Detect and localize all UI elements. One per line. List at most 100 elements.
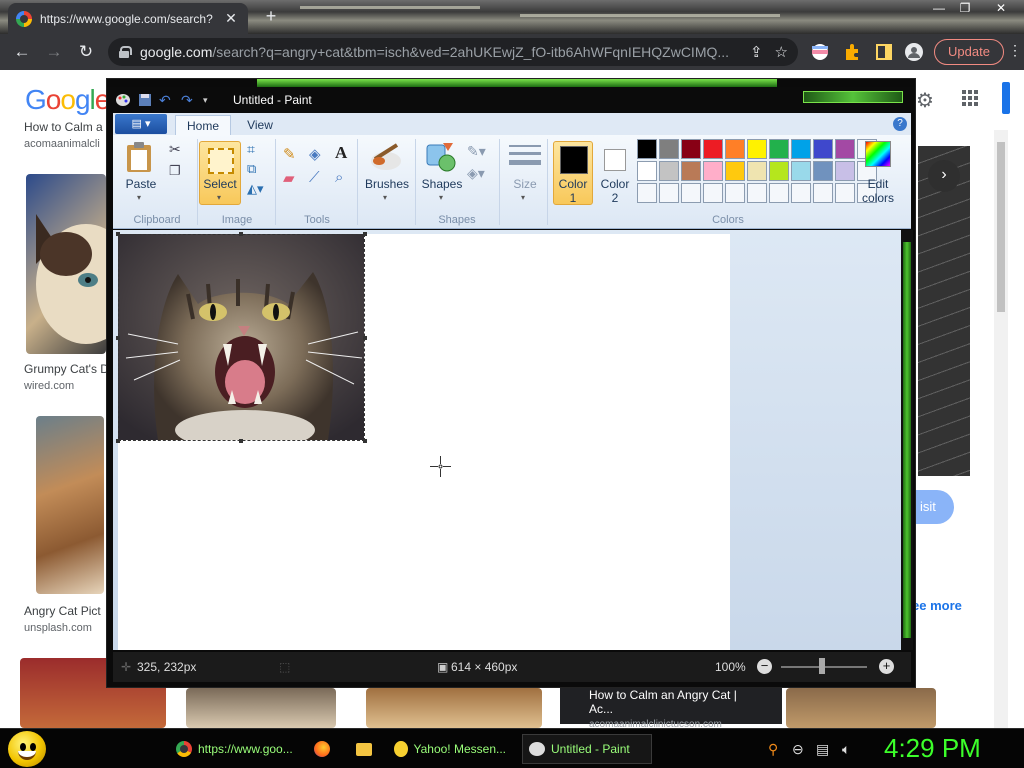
back-button[interactable]: ← (11, 42, 33, 62)
image-caption[interactable]: How to Calm an Angry Cat | Ac... acomaan… (560, 684, 782, 728)
page-vertical-scrollbar[interactable] (994, 130, 1008, 728)
select-dropdown-icon[interactable]: ▾ (217, 193, 221, 202)
palette-swatch[interactable] (791, 139, 811, 159)
brushes-icon[interactable] (369, 139, 403, 173)
palette-swatch[interactable] (835, 183, 855, 203)
share-icon[interactable]: ⇪ (750, 43, 763, 61)
close-window-button[interactable]: ✕ (990, 1, 1012, 17)
avatar-icon[interactable] (905, 43, 923, 61)
network-tray-icon[interactable]: ▤ (816, 741, 829, 758)
crop-icon[interactable]: ⌗ (247, 141, 267, 161)
palette-swatch[interactable] (835, 139, 855, 159)
palette-swatch[interactable] (725, 139, 745, 159)
resize-icon[interactable]: ⧉ (247, 161, 267, 181)
selection-handle[interactable] (363, 336, 367, 340)
tab-close-icon[interactable]: ✕ (222, 10, 240, 27)
preview-panel-image[interactable] (918, 146, 970, 476)
extensions-puzzle-icon[interactable] (843, 43, 861, 61)
selection-rectangle[interactable] (118, 234, 365, 441)
color2-label[interactable]: Color 2 (595, 177, 635, 205)
taskbar-clock[interactable]: 4:29 PM (884, 733, 981, 764)
selection-handle[interactable] (116, 439, 120, 443)
palette-swatch[interactable] (637, 183, 657, 203)
google-logo[interactable]: Google (25, 84, 110, 116)
palette-swatch[interactable] (813, 183, 833, 203)
palette-swatch[interactable] (703, 183, 723, 203)
paint-window-controls[interactable] (803, 91, 903, 103)
color-picker-icon[interactable]: ⟋ (309, 169, 329, 189)
result-thumbnail-angry-cat[interactable] (36, 416, 104, 594)
result-title[interactable]: How to Calm a (24, 120, 103, 134)
palette-swatch[interactable] (769, 161, 789, 181)
color1-label[interactable]: Color 1 (553, 177, 593, 205)
taskbar-item-yahoo-messenger[interactable]: Yahoo! Messen... (388, 734, 512, 764)
eraser-icon[interactable]: ▰ (283, 169, 303, 189)
paste-dropdown-icon[interactable]: ▾ (137, 193, 141, 202)
size-icon[interactable] (509, 143, 541, 171)
palette-swatch[interactable] (791, 183, 811, 203)
search-tray-icon[interactable]: ⚲ (768, 741, 778, 758)
profile-extension-icon[interactable] (811, 43, 829, 61)
browser-tab-google[interactable]: https://www.google.com/search? ✕ (8, 3, 248, 34)
fill-bucket-icon[interactable]: ◈ (309, 145, 329, 165)
taskbar-item-firefox[interactable] (308, 734, 342, 764)
size-dropdown-icon[interactable]: ▾ (521, 193, 525, 202)
palette-swatch[interactable] (659, 139, 679, 159)
sign-in-button[interactable] (1002, 82, 1010, 114)
shapes-label[interactable]: Shapes (417, 177, 467, 191)
palette-swatch[interactable] (813, 139, 833, 159)
palette-swatch[interactable] (769, 183, 789, 203)
address-bar[interactable]: google.com/search?q=angry+cat&tbm=isch&v… (108, 38, 798, 66)
fill-icon[interactable]: ◈▾ (467, 165, 487, 185)
reload-button[interactable]: ↻ (75, 42, 97, 62)
result-title[interactable]: Angry Cat Pict (24, 604, 101, 618)
text-tool-icon[interactable]: A (335, 143, 355, 163)
selection-handle[interactable] (239, 439, 243, 443)
size-label[interactable]: Size (507, 177, 543, 191)
palette-swatch[interactable] (681, 183, 701, 203)
help-icon[interactable]: ? (893, 117, 907, 131)
shapes-dropdown-icon[interactable]: ▾ (439, 193, 443, 202)
brushes-label[interactable]: Brushes (361, 177, 413, 191)
rotate-icon[interactable]: ◭▾ (247, 181, 267, 201)
paste-clipboard-icon[interactable] (125, 141, 153, 173)
file-menu-button[interactable]: ▤ ▾ (115, 114, 167, 134)
outline-icon[interactable]: ✎▾ (467, 143, 487, 163)
google-apps-icon[interactable] (962, 90, 978, 106)
palette-swatch[interactable] (725, 161, 745, 181)
taskbar-item-folder[interactable] (350, 734, 384, 764)
next-image-icon[interactable]: › (928, 160, 960, 192)
edit-colors-icon[interactable] (865, 141, 891, 167)
tab-home[interactable]: Home (175, 115, 231, 135)
drawing-canvas[interactable] (116, 232, 730, 650)
start-button[interactable] (8, 731, 46, 767)
redo-icon[interactable]: ↷ (181, 93, 197, 107)
zoom-out-button[interactable]: − (757, 659, 772, 674)
result-title[interactable]: Grumpy Cat's D (24, 362, 109, 376)
palette-swatch[interactable] (769, 139, 789, 159)
see-more-link[interactable]: ee more (912, 598, 962, 613)
brushes-dropdown-icon[interactable]: ▾ (383, 193, 387, 202)
new-tab-button[interactable]: + (260, 6, 282, 27)
bookmark-star-icon[interactable]: ☆ (775, 43, 788, 61)
taskbar-item-chrome[interactable]: https://www.goo... (170, 734, 300, 764)
palette-swatch[interactable] (637, 139, 657, 159)
palette-swatch[interactable] (681, 139, 701, 159)
select-label[interactable]: Select (197, 177, 243, 191)
paint-app-icon[interactable] (115, 93, 131, 107)
palette-swatch[interactable] (813, 161, 833, 181)
minimize-button[interactable]: — (928, 1, 950, 17)
forward-button[interactable]: → (43, 42, 65, 62)
palette-swatch[interactable] (725, 183, 745, 203)
update-button[interactable]: Update (934, 39, 1004, 65)
palette-swatch[interactable] (659, 161, 679, 181)
lock-icon[interactable] (118, 46, 132, 58)
palette-swatch[interactable] (791, 161, 811, 181)
paste-label[interactable]: Paste (121, 177, 161, 191)
palette-swatch[interactable] (703, 161, 723, 181)
magnifier-icon[interactable]: ⌕ (335, 169, 355, 189)
result-thumbnail-grumpy-cat[interactable] (26, 174, 106, 354)
visit-button[interactable]: isit (912, 490, 954, 524)
selection-handle[interactable] (116, 336, 120, 340)
pencil-icon[interactable]: ✎ (283, 145, 303, 165)
